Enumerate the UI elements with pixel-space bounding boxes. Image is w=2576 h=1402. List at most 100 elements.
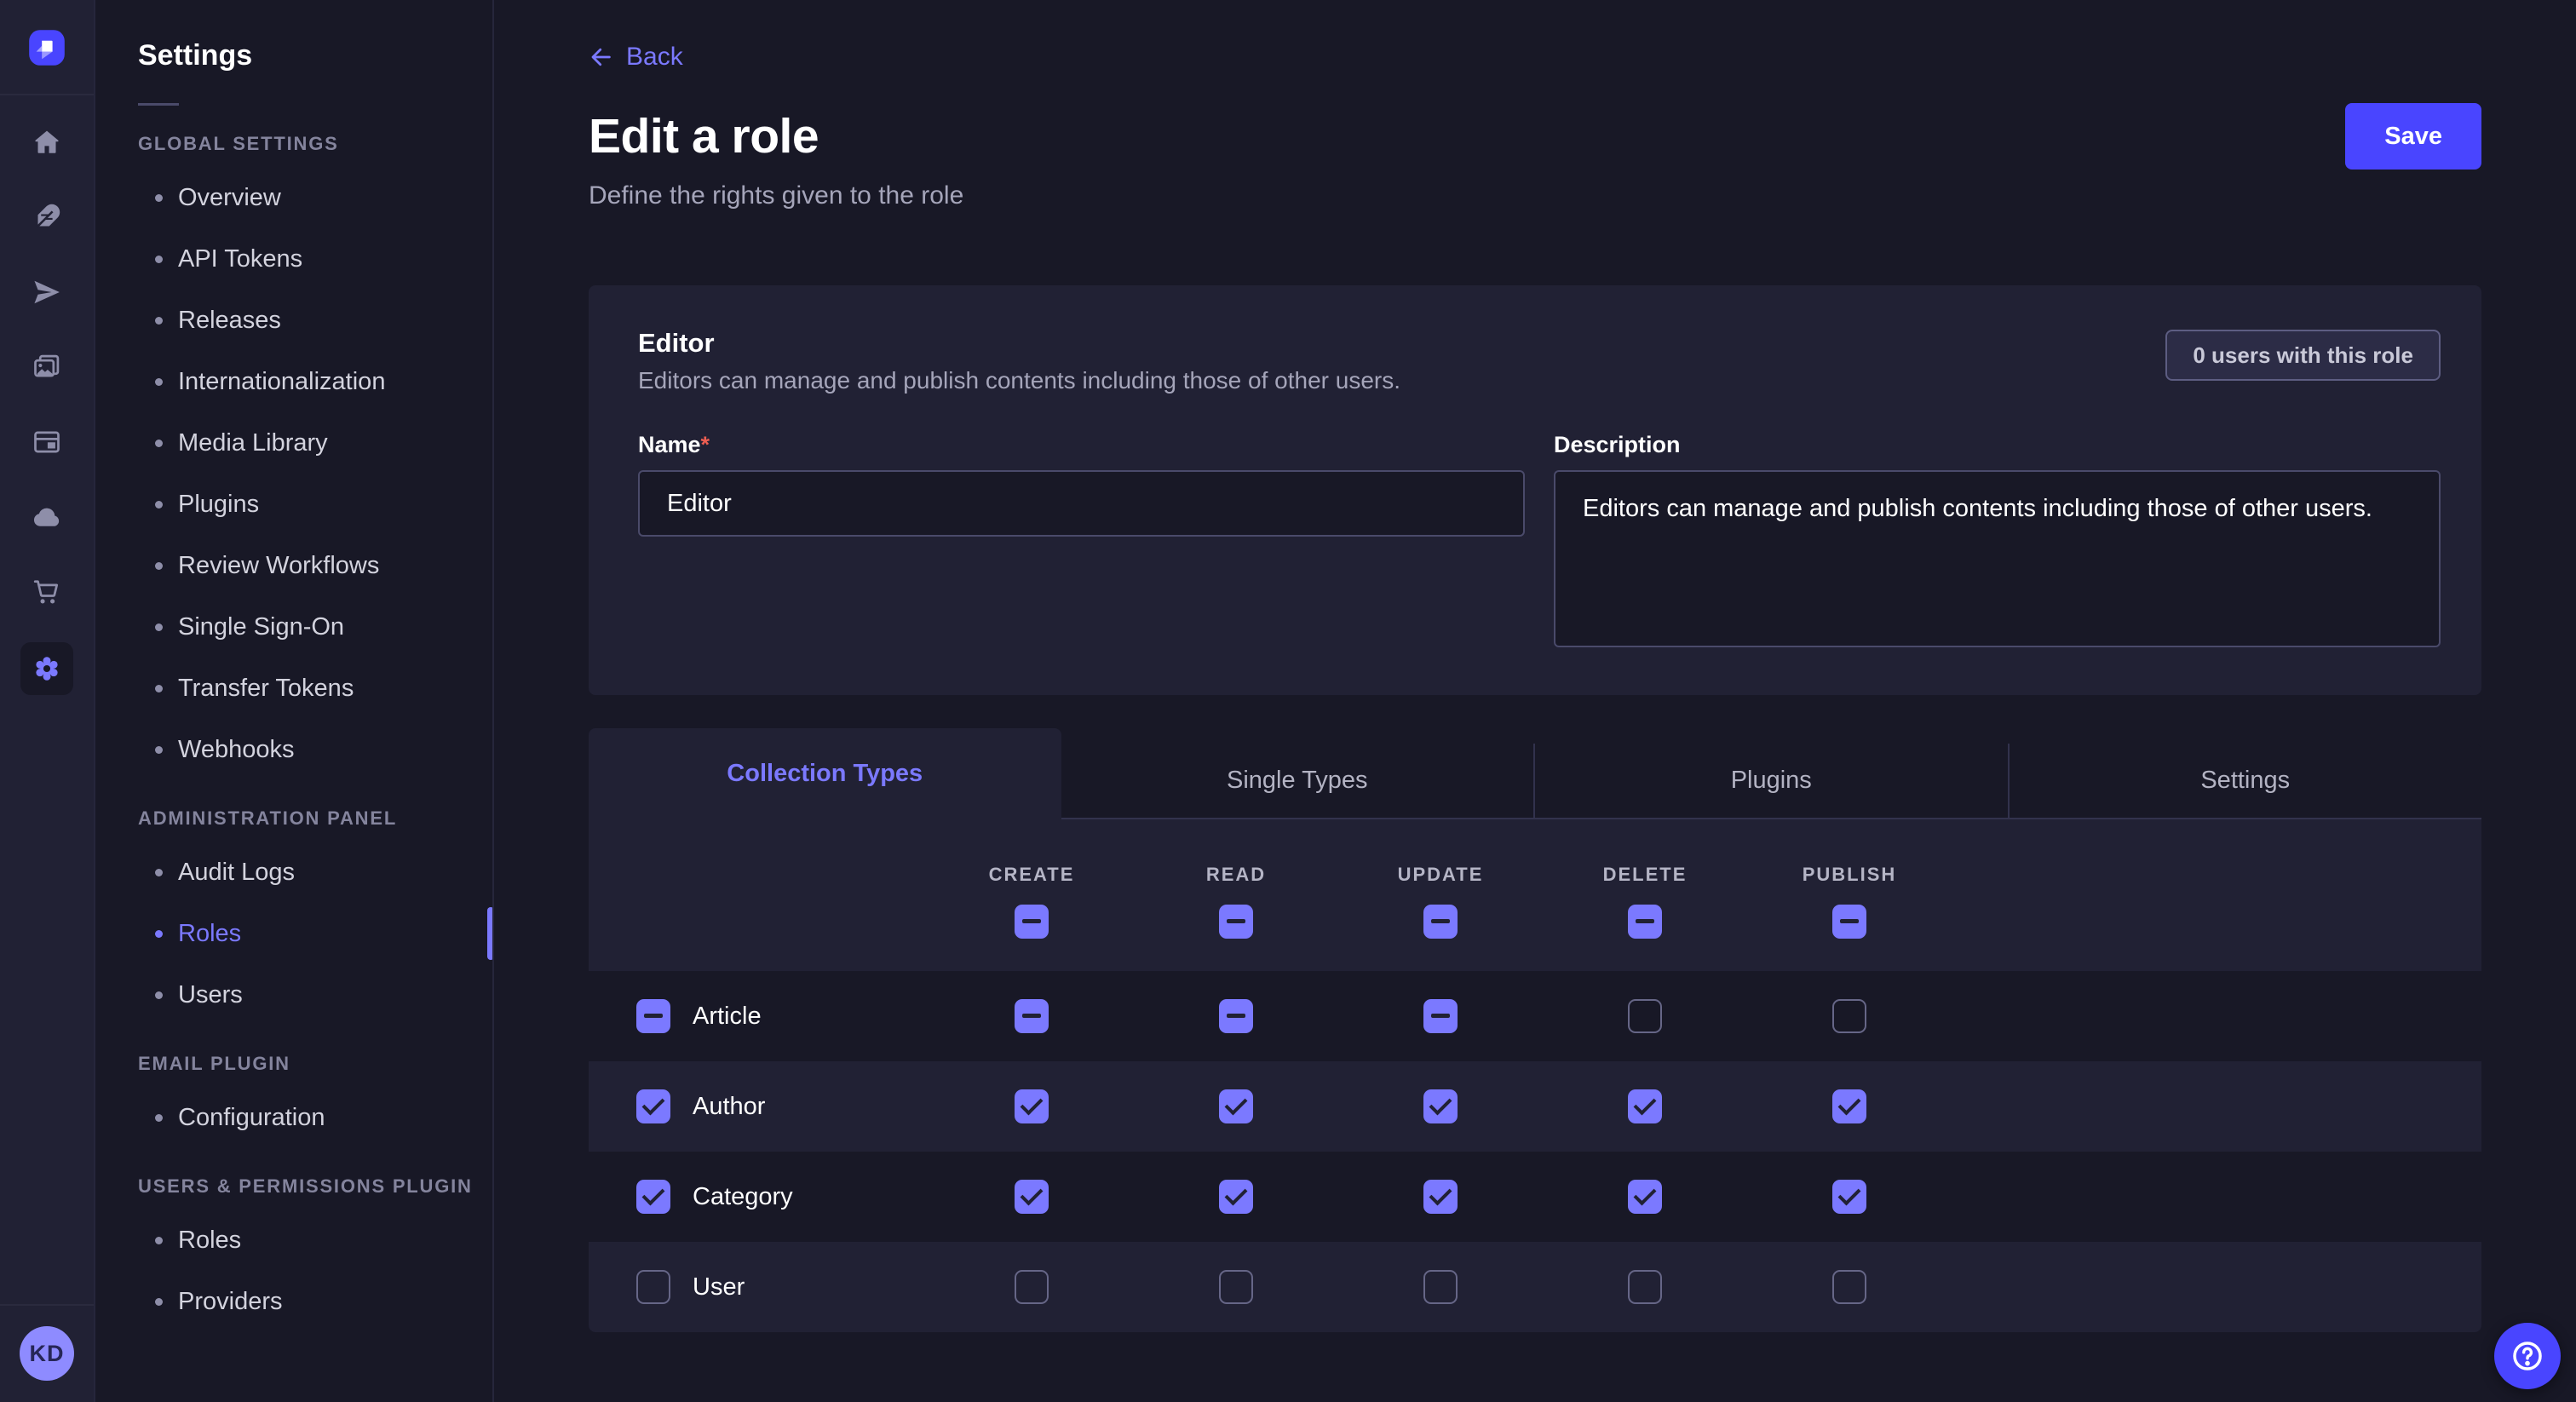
author-update-checkbox[interactable] bbox=[1423, 1089, 1458, 1123]
article-read-checkbox[interactable] bbox=[1219, 999, 1253, 1033]
category-create-checkbox[interactable] bbox=[1015, 1180, 1049, 1214]
user-row-checkbox[interactable] bbox=[636, 1270, 670, 1304]
sidebar-item-label: Internationalization bbox=[178, 368, 385, 396]
sidebar-item-label: Webhooks bbox=[178, 736, 295, 764]
article-row-checkbox[interactable] bbox=[636, 999, 670, 1033]
nav-marketplace-button[interactable] bbox=[22, 567, 72, 617]
nav-home-button[interactable] bbox=[22, 118, 72, 167]
author-delete-checkbox[interactable] bbox=[1628, 1089, 1662, 1123]
sidebar-item-api-tokens[interactable]: API Tokens bbox=[95, 228, 492, 290]
sidebar-item-roles[interactable]: Roles bbox=[95, 903, 492, 964]
perm-cell-category-delete bbox=[1543, 1180, 1747, 1214]
bullet-icon bbox=[155, 378, 163, 386]
bullet-icon bbox=[155, 1298, 163, 1306]
description-field-label: Description bbox=[1554, 432, 1681, 457]
sidebar-section-global-settings: GLOBAL SETTINGSOverviewAPI TokensRelease… bbox=[95, 131, 492, 780]
role-card-titles: Editor Editors can manage and publish co… bbox=[638, 328, 1400, 394]
nav-feather-button[interactable] bbox=[22, 192, 72, 242]
select-all-delete-checkbox[interactable] bbox=[1628, 905, 1662, 939]
row-label-cell: Category bbox=[589, 1180, 929, 1214]
row-label: Category bbox=[693, 1183, 793, 1211]
user-create-checkbox[interactable] bbox=[1015, 1270, 1049, 1304]
sidebar-section-title: EMAIL PLUGIN bbox=[95, 1051, 492, 1077]
sidebar-item-audit-logs[interactable]: Audit Logs bbox=[95, 842, 492, 903]
category-delete-checkbox[interactable] bbox=[1628, 1180, 1662, 1214]
category-row-checkbox[interactable] bbox=[636, 1180, 670, 1214]
article-create-checkbox[interactable] bbox=[1015, 999, 1049, 1033]
rail-nav-icons bbox=[20, 118, 73, 695]
category-publish-checkbox[interactable] bbox=[1832, 1180, 1866, 1214]
row-label-cell: Author bbox=[589, 1089, 929, 1123]
bullet-icon bbox=[155, 317, 163, 325]
article-publish-checkbox[interactable] bbox=[1832, 999, 1866, 1033]
sidebar-item-media-library[interactable]: Media Library bbox=[95, 412, 492, 474]
sidebar-item-overview[interactable]: Overview bbox=[95, 167, 492, 228]
tab-plugins[interactable]: Plugins bbox=[1533, 744, 2008, 819]
help-button[interactable] bbox=[2494, 1323, 2561, 1389]
nav-paper-plane-button[interactable] bbox=[22, 267, 72, 317]
sidebar-item-label: Roles bbox=[178, 920, 241, 948]
strapi-logo-icon[interactable] bbox=[26, 27, 67, 68]
perm-cell-article-publish bbox=[1747, 999, 1952, 1033]
nav-media-library-button[interactable] bbox=[22, 342, 72, 392]
article-delete-checkbox[interactable] bbox=[1628, 999, 1662, 1033]
nav-content-manager-button[interactable] bbox=[22, 417, 72, 467]
role-details-card: Editor Editors can manage and publish co… bbox=[589, 285, 2481, 695]
save-button[interactable]: Save bbox=[2345, 103, 2481, 170]
name-field-group: Name* bbox=[638, 432, 1525, 647]
sidebar-item-review-workflows[interactable]: Review Workflows bbox=[95, 535, 492, 596]
user-delete-checkbox[interactable] bbox=[1628, 1270, 1662, 1304]
user-read-checkbox[interactable] bbox=[1219, 1270, 1253, 1304]
nav-cloud-button[interactable] bbox=[22, 492, 72, 542]
select-all-create-checkbox[interactable] bbox=[1015, 905, 1049, 939]
sidebar-item-label: Plugins bbox=[178, 491, 259, 519]
sidebar-item-configuration[interactable]: Configuration bbox=[95, 1087, 492, 1148]
select-all-read-checkbox[interactable] bbox=[1219, 905, 1253, 939]
bullet-icon bbox=[155, 256, 163, 263]
sidebar-item-internationalization[interactable]: Internationalization bbox=[95, 351, 492, 412]
row-label-cell: User bbox=[589, 1270, 929, 1304]
author-read-checkbox[interactable] bbox=[1219, 1089, 1253, 1123]
avatar[interactable]: KD bbox=[20, 1326, 74, 1381]
sidebar-item-label: Single Sign-On bbox=[178, 613, 344, 641]
perm-cell-article-delete bbox=[1543, 999, 1747, 1033]
tab-collection-types[interactable]: Collection Types bbox=[589, 728, 1061, 819]
category-read-checkbox[interactable] bbox=[1219, 1180, 1253, 1214]
sidebar-item-users[interactable]: Users bbox=[95, 964, 492, 1026]
row-label: User bbox=[693, 1273, 745, 1301]
sidebar-item-webhooks[interactable]: Webhooks bbox=[95, 719, 492, 780]
nav-settings-gear-button[interactable] bbox=[20, 642, 73, 695]
bullet-icon bbox=[155, 1237, 163, 1244]
sidebar-section-email-plugin: EMAIL PLUGIN Configuration bbox=[95, 1051, 492, 1148]
user-update-checkbox[interactable] bbox=[1423, 1270, 1458, 1304]
article-update-checkbox[interactable] bbox=[1423, 999, 1458, 1033]
author-publish-checkbox[interactable] bbox=[1832, 1089, 1866, 1123]
author-row-checkbox[interactable] bbox=[636, 1089, 670, 1123]
author-create-checkbox[interactable] bbox=[1015, 1089, 1049, 1123]
sidebar-item-transfer-tokens[interactable]: Transfer Tokens bbox=[95, 658, 492, 719]
sidebar-item-single-sign-on[interactable]: Single Sign-On bbox=[95, 596, 492, 658]
sidebar-item-releases[interactable]: Releases bbox=[95, 290, 492, 351]
role-card-title: Editor bbox=[638, 328, 1400, 359]
back-link[interactable]: Back bbox=[589, 43, 683, 72]
tab-settings[interactable]: Settings bbox=[2008, 744, 2482, 819]
sidebar-section-items: OverviewAPI TokensReleases Internationali… bbox=[95, 167, 492, 780]
sidebar-item-roles[interactable]: Roles bbox=[95, 1210, 492, 1271]
name-field[interactable] bbox=[638, 470, 1525, 537]
perm-cell-article-create bbox=[929, 999, 1134, 1033]
perm-cell-user-update bbox=[1338, 1270, 1543, 1304]
description-field[interactable]: Editors can manage and publish contents … bbox=[1554, 470, 2441, 647]
sidebar-item-label: Media Library bbox=[178, 429, 328, 457]
users-with-role-badge[interactable]: 0 users with this role bbox=[2165, 330, 2441, 381]
user-publish-checkbox[interactable] bbox=[1832, 1270, 1866, 1304]
bullet-icon bbox=[155, 623, 163, 631]
description-label-text: Description bbox=[1554, 432, 1681, 457]
tab-single-types[interactable]: Single Types bbox=[1061, 744, 1534, 819]
column-label: CREATE bbox=[989, 864, 1075, 886]
perm-header-col-update: UPDATE bbox=[1338, 819, 1543, 971]
category-update-checkbox[interactable] bbox=[1423, 1180, 1458, 1214]
sidebar-item-plugins[interactable]: Plugins bbox=[95, 474, 492, 535]
select-all-update-checkbox[interactable] bbox=[1423, 905, 1458, 939]
select-all-publish-checkbox[interactable] bbox=[1832, 905, 1866, 939]
sidebar-item-providers[interactable]: Providers bbox=[95, 1271, 492, 1332]
